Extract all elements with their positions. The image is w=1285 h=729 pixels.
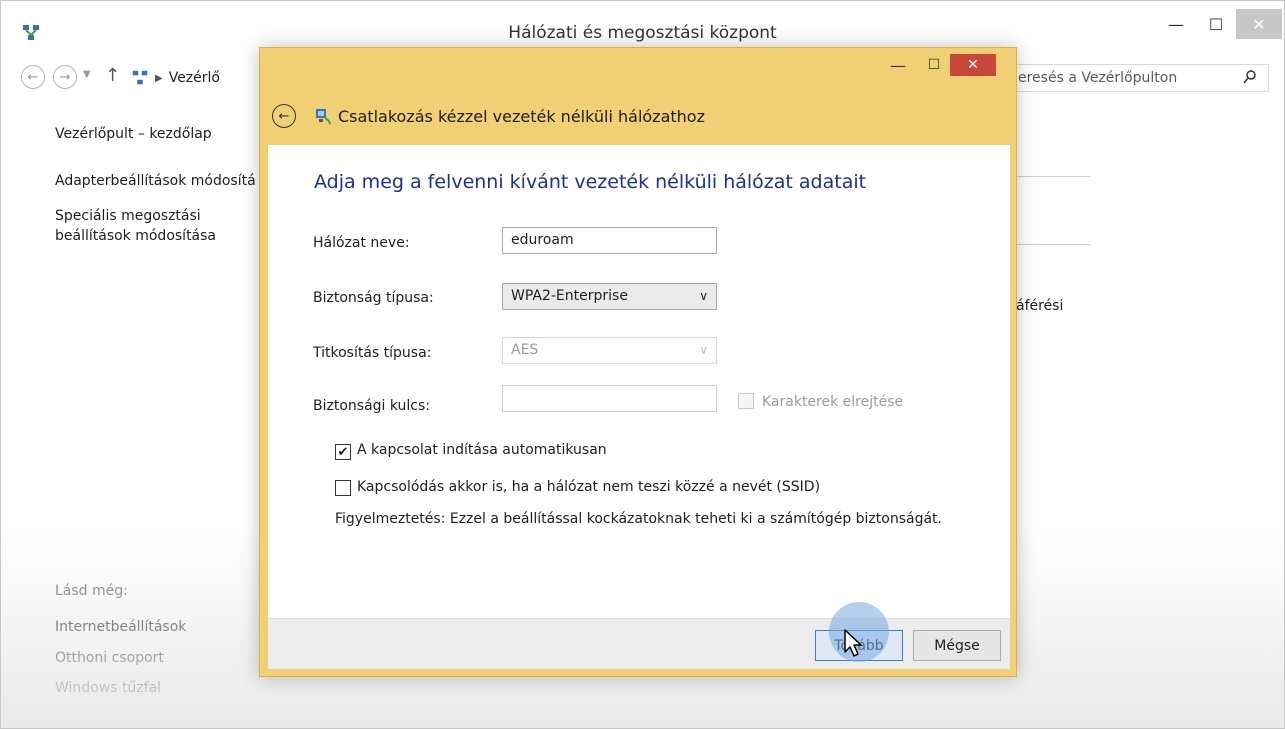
security-type-label: Biztonság típusa: bbox=[313, 290, 434, 306]
minimize-button[interactable]: — bbox=[1156, 9, 1196, 39]
maximize-button[interactable]: ☐ bbox=[1196, 9, 1236, 39]
connect-hidden-ssid-checkbox[interactable] bbox=[335, 480, 351, 496]
control-panel-icon bbox=[132, 70, 148, 85]
up-arrow-icon[interactable]: ↑ bbox=[105, 65, 120, 86]
chevron-down-icon: ∨ bbox=[699, 289, 708, 303]
address-bar[interactable]: ▶ Vezérlő bbox=[131, 65, 271, 91]
network-name-input[interactable]: eduroam bbox=[502, 227, 717, 254]
breadcrumb-separator-icon: ▶ bbox=[155, 72, 163, 84]
security-key-input[interactable] bbox=[502, 385, 717, 412]
see-also-heading: Lásd még: bbox=[55, 583, 128, 599]
breadcrumb[interactable]: Vezérlő bbox=[169, 70, 220, 86]
cancel-button[interactable]: Mégse bbox=[913, 630, 1001, 661]
dialog-heading: Adja meg a felvenni kívánt vezeték nélkü… bbox=[314, 171, 867, 193]
sidebar-link-sharing-settings[interactable]: Speciális megosztási beállítások módosít… bbox=[55, 206, 245, 246]
access-type-partial-text: áférési bbox=[1016, 298, 1064, 314]
dialog-close-button[interactable]: ✕ bbox=[950, 54, 996, 76]
chevron-down-icon: ∨ bbox=[699, 343, 708, 357]
back-arrow-icon[interactable]: ← bbox=[21, 65, 45, 89]
mouse-cursor-icon bbox=[844, 629, 862, 657]
security-warning-text: Figyelmeztetés: Ezzel a beállítással koc… bbox=[335, 511, 942, 527]
sidebar-link-adapter-settings[interactable]: Adapterbeállítások módosítá bbox=[55, 171, 256, 191]
dialog-footer: Tovább Mégse bbox=[268, 618, 1010, 669]
see-also-windows-firewall[interactable]: Windows tűzfal bbox=[55, 678, 161, 698]
back-arrow-icon[interactable]: ← bbox=[272, 104, 296, 128]
window-title: Hálózati és megosztási központ bbox=[508, 23, 777, 43]
encryption-type-select: AES ∨ bbox=[502, 337, 717, 364]
dialog-minimize-button[interactable]: — bbox=[881, 54, 915, 76]
dialog-maximize-button[interactable]: ☐ bbox=[917, 54, 951, 76]
security-type-select[interactable]: WPA2-Enterprise ∨ bbox=[502, 283, 717, 310]
see-also-internet-options[interactable]: Internetbeállítások bbox=[55, 617, 186, 637]
divider bbox=[1016, 176, 1090, 177]
security-type-value: WPA2-Enterprise bbox=[511, 288, 628, 304]
wireless-network-icon bbox=[316, 109, 331, 125]
connect-hidden-ssid-label[interactable]: Kapcsolódás akkor is, ha a hálózat nem t… bbox=[357, 479, 820, 495]
close-button[interactable]: ✕ bbox=[1236, 9, 1282, 39]
search-input[interactable]: eresés a Vezérlőpulton bbox=[1011, 64, 1269, 92]
dialog-title: Csatlakozás kézzel vezeték nélküli hálóz… bbox=[338, 106, 705, 126]
forward-arrow-icon[interactable]: → bbox=[53, 65, 77, 89]
dialog-header: ← Csatlakozás kézzel vezeték nélküli hál… bbox=[268, 92, 1010, 140]
sidebar-link-home[interactable]: Vezérlőpult – kezdőlap bbox=[55, 124, 212, 144]
connect-wireless-dialog: — ☐ ✕ ← Csatlakozás kézzel vezeték nélkü… bbox=[259, 47, 1017, 677]
dialog-body: Adja meg a felvenni kívánt vezeték nélkü… bbox=[268, 145, 1010, 618]
auto-connect-checkbox[interactable]: ✔ bbox=[335, 444, 351, 460]
encryption-type-value: AES bbox=[511, 342, 539, 358]
hide-characters-label: Karakterek elrejtése bbox=[762, 394, 904, 410]
hide-characters-checkbox bbox=[738, 393, 754, 409]
network-name-label: Hálózat neve: bbox=[313, 235, 410, 251]
search-placeholder: eresés a Vezérlőpulton bbox=[1018, 70, 1178, 86]
search-icon[interactable] bbox=[1242, 69, 1258, 85]
checkmark-icon: ✔ bbox=[337, 444, 349, 460]
see-also-homegroup[interactable]: Otthoni csoport bbox=[55, 648, 164, 668]
auto-connect-label[interactable]: A kapcsolat indítása automatikusan bbox=[357, 442, 607, 458]
security-key-label: Biztonsági kulcs: bbox=[313, 398, 431, 414]
chevron-down-icon[interactable]: ▼ bbox=[83, 69, 91, 80]
divider bbox=[1016, 244, 1090, 245]
encryption-type-label: Titkosítás típusa: bbox=[313, 345, 432, 361]
